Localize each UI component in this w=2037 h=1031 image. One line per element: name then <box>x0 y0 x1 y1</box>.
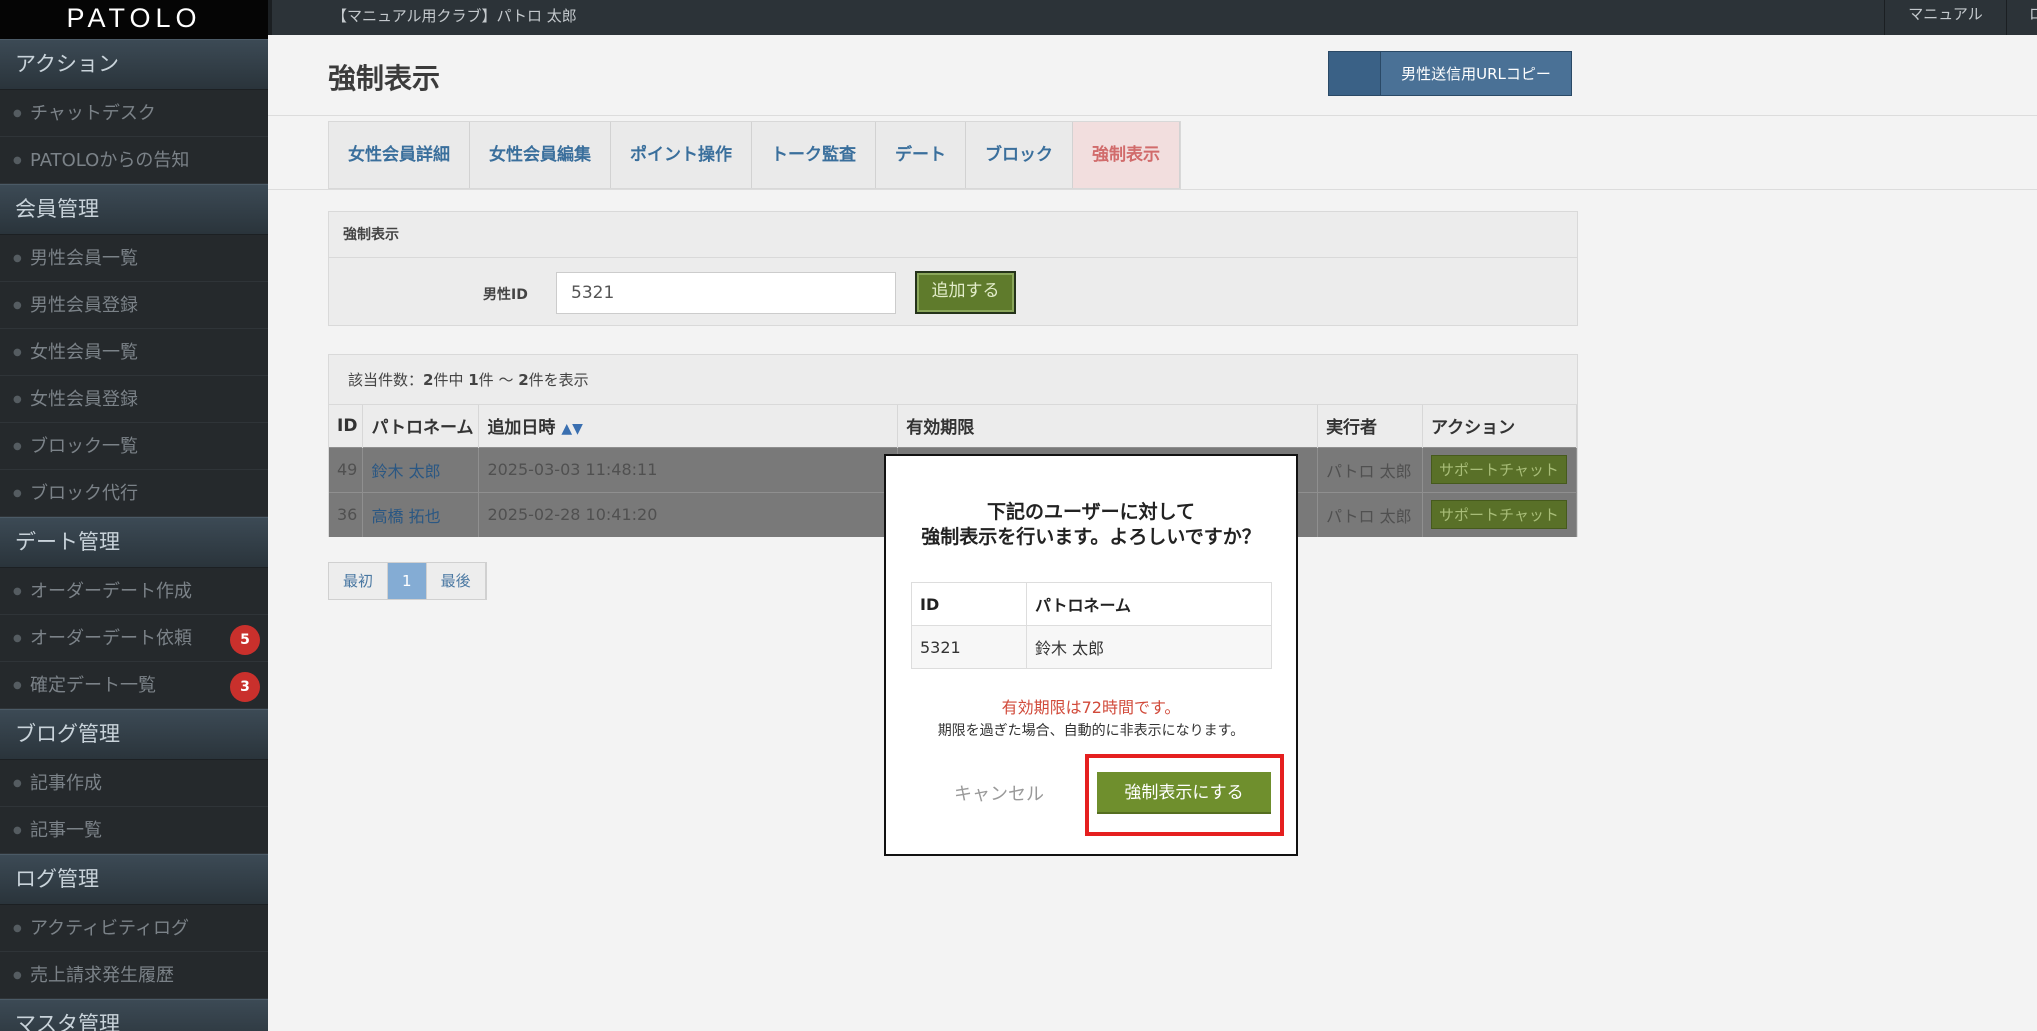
sidebar-section-logs: ログ管理 <box>0 854 268 905</box>
dialog-user-table: ID パトロネーム 5321 鈴木 太郎 <box>911 582 1272 669</box>
dialog-title-line: 強制表示を行います。よろしいですか？ <box>921 526 1261 548</box>
bullet-icon: ● <box>13 394 22 405</box>
sidebar-item-female-register[interactable]: ● 女性会員登録 <box>0 376 268 423</box>
sidebar-item-order-date-requests[interactable]: ● オーダーデート依頼 5 <box>0 615 268 662</box>
sidebar-item-label: 確定デート一覧 <box>30 675 156 696</box>
sidebar-item-label: オーダーデート依頼 <box>30 628 192 649</box>
sidebar-item-label: 女性会員一覧 <box>30 342 138 363</box>
sidebar-item-label: チャットデスク <box>30 103 156 124</box>
sidebar-item-label: 記事作成 <box>30 773 102 794</box>
table-header-row: ID パトロネーム <box>911 582 1272 626</box>
bullet-icon: ● <box>13 586 22 597</box>
dialog-title: 下記のユーザーに対して 強制表示を行います。よろしいですか？ <box>886 500 1296 550</box>
sidebar-item-block-proxy[interactable]: ● ブロック代行 <box>0 470 268 517</box>
bullet-icon: ● <box>13 680 22 691</box>
sidebar-item-activity-log[interactable]: ● アクティビティログ <box>0 905 268 952</box>
sidebar-item-order-date-create[interactable]: ● オーダーデート作成 <box>0 568 268 615</box>
top-right-link[interactable]: ロ <box>2006 0 2037 35</box>
sidebar-item-male-list[interactable]: ● 男性会員一覧 <box>0 235 268 282</box>
bullet-icon: ● <box>13 633 22 644</box>
bullet-icon: ● <box>13 970 22 981</box>
sidebar-item-female-list[interactable]: ● 女性会員一覧 <box>0 329 268 376</box>
sidebar-item-article-create[interactable]: ● 記事作成 <box>0 760 268 807</box>
bullet-icon: ● <box>13 300 22 311</box>
bullet-icon: ● <box>13 488 22 499</box>
bullet-icon: ● <box>13 441 22 452</box>
sidebar-item-label: 男性会員一覧 <box>30 248 138 269</box>
sidebar-item-label: PATOLOからの告知 <box>30 150 190 171</box>
club-label: 【マニュアル用クラブ】パトロ 太郎 <box>332 7 577 25</box>
sidebar-item-label: 男性会員登録 <box>30 295 138 316</box>
sidebar-section-action: アクション <box>0 39 268 90</box>
bullet-icon: ● <box>13 923 22 934</box>
sidebar-item-announcements[interactable]: ● PATOLOからの告知 <box>0 137 268 184</box>
sidebar-section-master: マスタ管理 <box>0 999 268 1031</box>
sidebar-section-dates: デート管理 <box>0 517 268 568</box>
sidebar-item-block-list[interactable]: ● ブロック一覧 <box>0 423 268 470</box>
sidebar-item-chat-desk[interactable]: ● チャットデスク <box>0 90 268 137</box>
bullet-icon: ● <box>13 155 22 166</box>
sidebar-item-sales-history[interactable]: ● 売上請求発生履歴 <box>0 952 268 999</box>
column-header: パトロネーム <box>1026 582 1272 626</box>
sidebar-item-label: アクティビティログ <box>30 918 189 939</box>
sidebar-item-label: 女性会員登録 <box>30 389 138 410</box>
sidebar-item-confirmed-dates[interactable]: ● 確定デート一覧 3 <box>0 662 268 709</box>
expiry-note: 期限を過ぎた場合、自動的に非表示になります。 <box>937 723 1245 739</box>
count-badge: 5 <box>230 625 260 655</box>
sidebar-item-label: 売上請求発生履歴 <box>30 965 174 986</box>
bullet-icon: ● <box>13 825 22 836</box>
top-bar: 【マニュアル用クラブ】パトロ 太郎 マニュアル ロ <box>268 0 2037 35</box>
table-row: 5321 鈴木 太郎 <box>911 625 1272 669</box>
sidebar-item-label: ブロック代行 <box>30 483 138 504</box>
sidebar: PATOLO アクション ● チャットデスク ● PATOLOからの告知 会員管理 … <box>0 0 268 1031</box>
sidebar-section-blog: ブログ管理 <box>0 709 268 760</box>
bullet-icon: ● <box>13 778 22 789</box>
bullet-icon: ● <box>13 253 22 264</box>
dialog-title-line: 下記のユーザーに対して <box>986 501 1196 523</box>
sidebar-item-label: ブロック一覧 <box>30 436 138 457</box>
bullet-icon: ● <box>13 347 22 358</box>
column-header: ID <box>911 582 1027 626</box>
expiry-warning: 有効期限は72時間です。 <box>1001 698 1181 717</box>
count-badge: 3 <box>230 672 260 702</box>
sidebar-item-label: オーダーデート作成 <box>30 581 192 602</box>
sidebar-section-members: 会員管理 <box>0 184 268 235</box>
manual-link[interactable]: マニュアル <box>1884 0 2006 35</box>
sidebar-item-male-register[interactable]: ● 男性会員登録 <box>0 282 268 329</box>
cancel-button[interactable]: キャンセル <box>954 780 1044 806</box>
bullet-icon: ● <box>13 108 22 119</box>
cell-id: 5321 <box>911 625 1027 669</box>
sidebar-item-label: 記事一覧 <box>30 820 102 841</box>
sidebar-item-article-list[interactable]: ● 記事一覧 <box>0 807 268 854</box>
app-logo[interactable]: PATOLO <box>0 0 268 39</box>
cell-name: 鈴木 太郎 <box>1026 625 1272 669</box>
highlight-box <box>1085 754 1284 836</box>
